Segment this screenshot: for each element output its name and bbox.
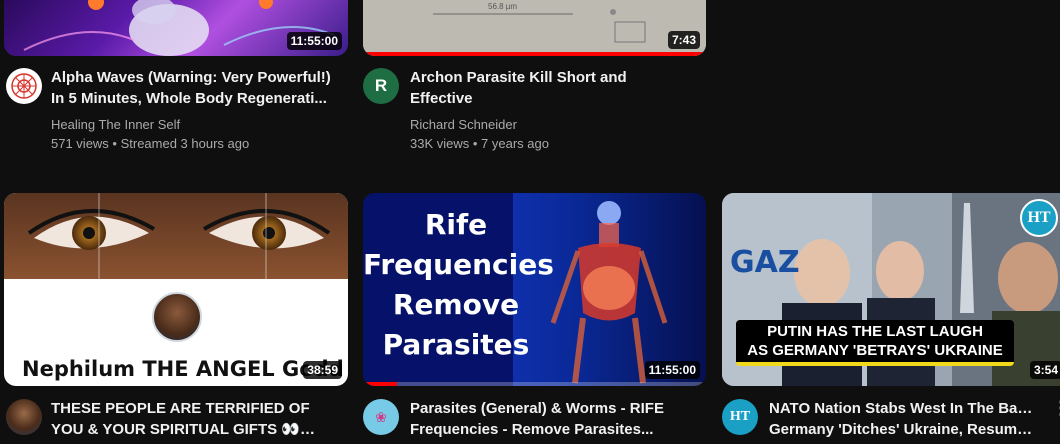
video-title[interactable]: Archon Parasite Kill Short and Effective xyxy=(410,67,690,109)
channel-name[interactable]: Healing The Inner Self xyxy=(51,115,249,134)
video-thumbnail[interactable]: GAZ HT PUTIN HAS THE LAST LAUGH AS GERMA… xyxy=(722,193,1060,386)
channel-avatar[interactable] xyxy=(6,399,42,435)
channel-avatar[interactable]: HT xyxy=(722,399,758,435)
video-title[interactable]: THESE PEOPLE ARE TERRIFIED OF YOU & YOUR… xyxy=(51,398,331,440)
scale-label: 56.8 µm xyxy=(488,2,518,11)
eyes-closeup-image xyxy=(4,193,348,279)
watch-progress-bar xyxy=(363,52,706,56)
thumbnail-headline: Rife Frequencies Remove Parasites xyxy=(363,208,554,361)
headline-banner: PUTIN HAS THE LAST LAUGH AS GERMANY 'BET… xyxy=(736,320,1014,366)
thumbnail-portrait xyxy=(152,292,202,342)
video-thumbnail[interactable]: Nephilum THE ANGEL Godd 38:59 xyxy=(4,193,348,386)
duration-badge: 3:54 xyxy=(1029,361,1060,379)
channel-avatar[interactable] xyxy=(6,68,42,104)
more-options-icon[interactable]: ⋮ xyxy=(1052,399,1060,417)
thumbnail-caption: Nephilum THE ANGEL Godd xyxy=(22,357,344,381)
duration-badge: 7:43 xyxy=(667,31,700,49)
video-meta: Healing The Inner Self 571 views • Strea… xyxy=(51,115,249,153)
duration-badge: 11:55:00 xyxy=(644,361,700,379)
ht-logo-badge: HT xyxy=(1020,199,1058,237)
video-title[interactable]: Alpha Waves (Warning: Very Powerful!) In… xyxy=(51,67,331,109)
watch-progress-bar xyxy=(363,382,398,386)
video-title[interactable]: Parasites (General) & Worms - RIFE Frequ… xyxy=(410,398,690,440)
view-stats: 33K views • 7 years ago xyxy=(410,136,549,151)
gazprom-sign: GAZ xyxy=(730,245,800,280)
video-thumbnail[interactable]: Rife Frequencies Remove Parasites 11:55:… xyxy=(363,193,706,386)
view-stats: 571 views • Streamed 3 hours ago xyxy=(51,136,250,151)
microscope-image xyxy=(363,0,706,52)
duration-badge: 11:55:00 xyxy=(286,32,342,50)
lotus-icon: ❀ xyxy=(375,408,387,425)
duration-badge: 38:59 xyxy=(303,361,342,379)
avatar-letter: R xyxy=(374,76,388,95)
channel-name[interactable]: Richard Schneider xyxy=(410,115,549,134)
channel-avatar[interactable]: R xyxy=(363,68,399,104)
video-meta: Richard Schneider 33K views • 7 years ag… xyxy=(410,115,549,153)
video-thumbnail[interactable]: 56.8 µm 7:43 xyxy=(363,0,706,56)
mandala-logo-icon xyxy=(11,73,37,99)
video-title[interactable]: NATO Nation Stabs West In The Back; Germ… xyxy=(769,398,1039,440)
video-thumbnail[interactable]: 11:55:00 xyxy=(4,0,348,56)
channel-avatar[interactable]: ❀ xyxy=(363,399,399,435)
